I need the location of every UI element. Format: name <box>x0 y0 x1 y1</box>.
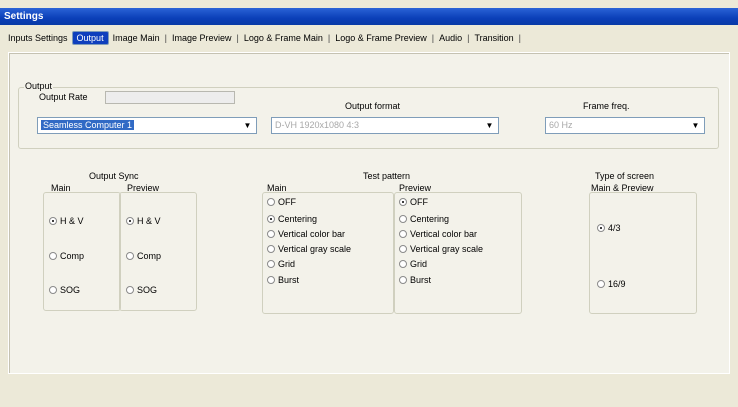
frame-freq-select[interactable]: 60 Hz ▼ <box>545 117 705 134</box>
chevron-down-icon[interactable]: ▼ <box>482 119 497 132</box>
sync-preview-sog-radio[interactable]: SOG <box>126 285 157 295</box>
radio-dot-icon <box>49 286 57 294</box>
pattern-preview-color-bar-radio[interactable]: Vertical color bar <box>399 229 477 239</box>
screen-type-group <box>589 192 697 314</box>
pattern-main-color-bar-radio[interactable]: Vertical color bar <box>267 229 345 239</box>
radio-dot-icon <box>399 260 407 268</box>
pattern-preview-burst-radio[interactable]: Burst <box>399 275 431 285</box>
pattern-preview-centering-radio[interactable]: Centering <box>399 214 449 224</box>
chevron-down-icon[interactable]: ▼ <box>240 119 255 132</box>
chevron-down-icon[interactable]: ▼ <box>688 119 703 132</box>
output-format-select[interactable]: D-VH 1920x1080 4:3 ▼ <box>271 117 499 134</box>
tab-inputs-settings[interactable]: Inputs Settings <box>4 32 72 44</box>
output-sync-label: Output Sync <box>89 171 139 181</box>
output-tab-panel: Output Output Rate Seamless Computer 1 ▼… <box>8 52 730 374</box>
radio-dot-icon <box>399 198 407 206</box>
pattern-preview-grid-radio[interactable]: Grid <box>399 259 427 269</box>
output-format-label: Output format <box>345 101 401 111</box>
radio-dot-icon <box>126 252 134 260</box>
window-title: Settings <box>4 11 44 22</box>
radio-dot-icon <box>399 245 407 253</box>
output-rate-label: Output Rate <box>39 92 88 102</box>
tab-output[interactable]: Output <box>71 31 109 45</box>
radio-dot-icon <box>267 276 275 284</box>
output-rate-field[interactable] <box>105 91 235 104</box>
screen-type-label: Type of screen <box>595 171 655 181</box>
pattern-preview-gray-scale-radio[interactable]: Vertical gray scale <box>399 244 483 254</box>
radio-dot-icon <box>597 224 605 232</box>
radio-dot-icon <box>399 230 407 238</box>
radio-dot-icon <box>126 217 134 225</box>
radio-dot-icon <box>267 230 275 238</box>
radio-dot-icon <box>49 252 57 260</box>
radio-dot-icon <box>49 217 57 225</box>
tab-audio[interactable]: Audio <box>435 32 466 44</box>
sync-preview-hv-radio[interactable]: H & V <box>126 216 161 226</box>
test-pattern-label: Test pattern <box>363 171 411 181</box>
frame-freq-value: 60 Hz <box>549 120 573 130</box>
sync-preview-comp-radio[interactable]: Comp <box>126 251 161 261</box>
sync-main-comp-radio[interactable]: Comp <box>49 251 84 261</box>
radio-dot-icon <box>126 286 134 294</box>
sync-main-sog-radio[interactable]: SOG <box>49 285 80 295</box>
tab-bar: Inputs Settings Output Image Main | Imag… <box>0 25 738 51</box>
screen-type-4-3-radio[interactable]: 4/3 <box>597 223 621 233</box>
tab-transition[interactable]: Transition <box>470 32 517 44</box>
pattern-main-grid-radio[interactable]: Grid <box>267 259 295 269</box>
radio-dot-icon <box>399 276 407 284</box>
tab-logo-frame-preview[interactable]: Logo & Frame Preview <box>331 32 431 44</box>
radio-dot-icon <box>267 260 275 268</box>
radio-dot-icon <box>267 215 275 223</box>
output-format-value: D-VH 1920x1080 4:3 <box>275 120 360 130</box>
tab-image-main[interactable]: Image Main <box>109 32 164 44</box>
tab-image-preview[interactable]: Image Preview <box>168 32 236 44</box>
radio-dot-icon <box>267 198 275 206</box>
radio-dot-icon <box>267 245 275 253</box>
pattern-preview-off-radio[interactable]: OFF <box>399 197 428 207</box>
pattern-main-burst-radio[interactable]: Burst <box>267 275 299 285</box>
pattern-main-off-radio[interactable]: OFF <box>267 197 296 207</box>
frame-freq-label: Frame freq. <box>583 101 630 111</box>
radio-dot-icon <box>399 215 407 223</box>
screen-type-16-9-radio[interactable]: 16/9 <box>597 279 626 289</box>
output-group-label: Output <box>24 81 54 91</box>
window-title-bar: Settings <box>0 8 738 25</box>
output-device-select[interactable]: Seamless Computer 1 ▼ <box>37 117 257 134</box>
pattern-main-centering-radio[interactable]: Centering <box>267 214 317 224</box>
sync-main-hv-radio[interactable]: H & V <box>49 216 84 226</box>
tab-logo-frame-main[interactable]: Logo & Frame Main <box>240 32 327 44</box>
pattern-main-gray-scale-radio[interactable]: Vertical gray scale <box>267 244 351 254</box>
radio-dot-icon <box>597 280 605 288</box>
tab-separator: | <box>518 33 522 43</box>
output-device-value: Seamless Computer 1 <box>41 120 135 130</box>
